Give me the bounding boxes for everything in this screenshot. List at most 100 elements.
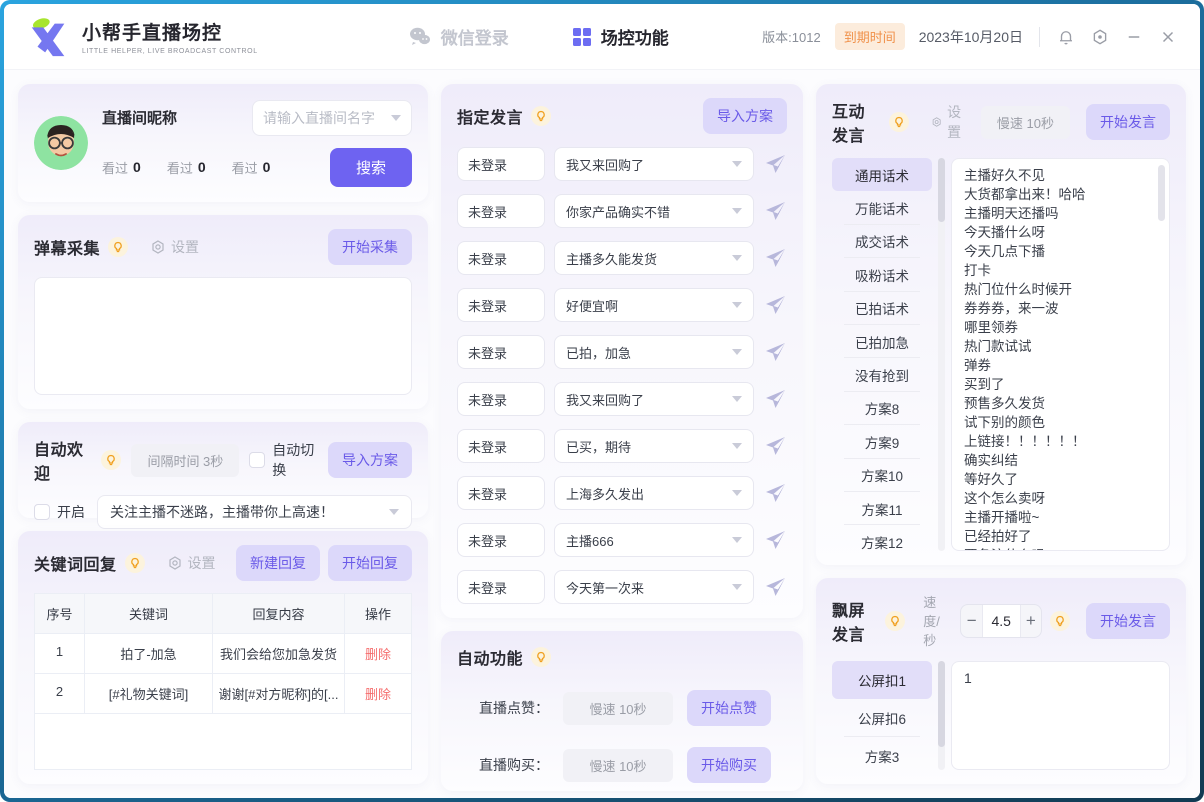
start-collect-button[interactable]: 开始采集 <box>328 229 412 265</box>
login-status-box[interactable]: 未登录 <box>457 523 545 557</box>
message-select[interactable]: 已拍，加急 <box>554 335 754 369</box>
wechat-login-button[interactable]: 微信登录 <box>408 24 509 49</box>
start-like-button[interactable]: 开始点赞 <box>687 690 771 726</box>
login-status-box[interactable]: 未登录 <box>457 570 545 604</box>
hint-bulb-icon[interactable] <box>1050 611 1070 631</box>
import-plan-button[interactable]: 导入方案 <box>703 98 787 134</box>
tab-script[interactable]: 吸粉话术 <box>832 258 932 291</box>
tab-floating-plan[interactable]: 公屏扣6 <box>832 699 932 737</box>
minimize-button[interactable] <box>1124 27 1144 47</box>
tab-script[interactable]: 万能话术 <box>832 191 932 224</box>
message-select[interactable]: 主播666 <box>554 523 754 557</box>
tab-script[interactable]: 方案8 <box>832 392 932 425</box>
message-select[interactable]: 已买，期待 <box>554 429 754 463</box>
speech-row: 未登录 主播666 <box>457 523 787 557</box>
tab-scrollbar[interactable] <box>938 158 945 551</box>
interval-pill[interactable]: 间隔时间 3秒 <box>131 444 239 477</box>
tab-field-control[interactable]: 场控功能 <box>573 24 669 49</box>
speech-row: 未登录 我又来回购了 <box>457 382 787 416</box>
hint-bulb-icon[interactable] <box>889 112 909 132</box>
keyword-settings-button[interactable]: 设置 <box>167 553 216 573</box>
room-name-select[interactable]: 请输入直播间名字 <box>252 100 412 136</box>
floating-tab-list: 公屏扣1 公屏扣6 方案3 方案4 <box>832 661 932 770</box>
message-select[interactable]: 我又来回购了 <box>554 147 754 181</box>
start-floating-button[interactable]: 开始发言 <box>1086 603 1170 639</box>
send-icon[interactable] <box>763 575 787 599</box>
close-button[interactable] <box>1158 27 1178 47</box>
send-icon[interactable] <box>763 434 787 458</box>
script-text-area[interactable]: 主播好久不见 大货都拿出来！哈哈 主播明天还播吗 今天播什么呀 今天几点下播 打… <box>951 158 1170 551</box>
interactive-settings-button[interactable]: 设置 <box>931 102 967 142</box>
welcome-message-select[interactable]: 关注主播不迷路，主播带你上高速！ <box>97 495 412 529</box>
search-button[interactable]: 搜索 <box>330 148 412 187</box>
tab-script[interactable]: 已拍话术 <box>832 292 932 325</box>
message-select[interactable]: 主播多久能发货 <box>554 241 754 275</box>
apps-grid-icon <box>573 28 591 46</box>
expire-badge: 到期时间 <box>835 23 905 50</box>
like-speed-pill[interactable]: 慢速 10秒 <box>563 692 673 725</box>
auto-switch-checkbox[interactable]: 自动切换 <box>249 440 318 480</box>
send-icon[interactable] <box>763 387 787 411</box>
delete-link[interactable]: 删除 <box>345 634 411 673</box>
hint-bulb-icon[interactable] <box>531 106 551 126</box>
login-status-box[interactable]: 未登录 <box>457 335 545 369</box>
bell-icon[interactable] <box>1056 27 1076 47</box>
floating-text-area[interactable]: 1 <box>951 661 1170 770</box>
login-status-box[interactable]: 未登录 <box>457 241 545 275</box>
text-scrollbar[interactable] <box>1158 165 1165 221</box>
send-icon[interactable] <box>763 199 787 223</box>
tab-script[interactable]: 通用话术 <box>832 158 932 191</box>
message-select[interactable]: 好便宜啊 <box>554 288 754 322</box>
tab-script[interactable]: 方案9 <box>832 425 932 458</box>
start-reply-button[interactable]: 开始回复 <box>328 545 412 581</box>
tab-script[interactable]: 方案10 <box>832 459 932 492</box>
decrease-speed-button[interactable]: − <box>961 611 981 631</box>
enable-welcome-checkbox[interactable]: 开启 <box>34 502 85 522</box>
app-window: 小帮手直播场控 LITTLE HELPER, LIVE BROADCAST CO… <box>4 4 1200 798</box>
tab-script[interactable]: 方案12 <box>832 525 932 551</box>
tab-script[interactable]: 方案11 <box>832 492 932 525</box>
tab-floating-plan[interactable]: 方案3 <box>832 737 932 770</box>
increase-speed-button[interactable]: + <box>1021 611 1041 631</box>
send-icon[interactable] <box>763 152 787 176</box>
login-status-box[interactable]: 未登录 <box>457 429 545 463</box>
start-buy-button[interactable]: 开始购买 <box>687 747 771 783</box>
send-icon[interactable] <box>763 246 787 270</box>
import-plan-button[interactable]: 导入方案 <box>328 442 412 478</box>
tab-floating-plan[interactable]: 公屏扣1 <box>832 661 932 699</box>
danmu-settings-button[interactable]: 设置 <box>150 237 199 257</box>
buy-speed-pill[interactable]: 慢速 10秒 <box>563 749 673 782</box>
tab-script[interactable]: 已拍加急 <box>832 325 932 358</box>
start-speech-button[interactable]: 开始发言 <box>1086 104 1170 140</box>
new-reply-button[interactable]: 新建回复 <box>236 545 320 581</box>
login-status-box[interactable]: 未登录 <box>457 194 545 228</box>
login-status-box[interactable]: 未登录 <box>457 382 545 416</box>
login-status-box[interactable]: 未登录 <box>457 476 545 510</box>
hint-bulb-icon[interactable] <box>108 237 128 257</box>
tab-script[interactable]: 没有抢到 <box>832 358 932 391</box>
send-icon[interactable] <box>763 293 787 317</box>
chevron-down-icon <box>732 490 742 496</box>
floating-tab-scrollbar[interactable] <box>938 661 945 770</box>
delete-link[interactable]: 删除 <box>345 674 411 713</box>
send-icon[interactable] <box>763 340 787 364</box>
message-select[interactable]: 你家产品确实不错 <box>554 194 754 228</box>
message-select[interactable]: 我又来回购了 <box>554 382 754 416</box>
hint-bulb-icon[interactable] <box>101 450 121 470</box>
message-select[interactable]: 今天第一次来 <box>554 570 754 604</box>
hint-bulb-icon[interactable] <box>531 647 551 667</box>
danmu-output-area[interactable] <box>34 277 412 395</box>
send-icon[interactable] <box>763 528 787 552</box>
speech-speed-pill[interactable]: 慢速 10秒 <box>981 106 1070 139</box>
speed-value[interactable]: 4.5 <box>982 604 1021 638</box>
send-icon[interactable] <box>763 481 787 505</box>
hint-bulb-icon[interactable] <box>125 553 145 573</box>
tab-script[interactable]: 成交话术 <box>832 225 932 258</box>
keyword-reply-title: 关键词回复 <box>34 551 117 575</box>
login-status-box[interactable]: 未登录 <box>457 288 545 322</box>
login-status-box[interactable]: 未登录 <box>457 147 545 181</box>
hint-bulb-icon[interactable] <box>885 611 905 631</box>
speech-row: 未登录 我又来回购了 <box>457 147 787 181</box>
message-select[interactable]: 上海多久发出 <box>554 476 754 510</box>
settings-icon[interactable] <box>1090 27 1110 47</box>
